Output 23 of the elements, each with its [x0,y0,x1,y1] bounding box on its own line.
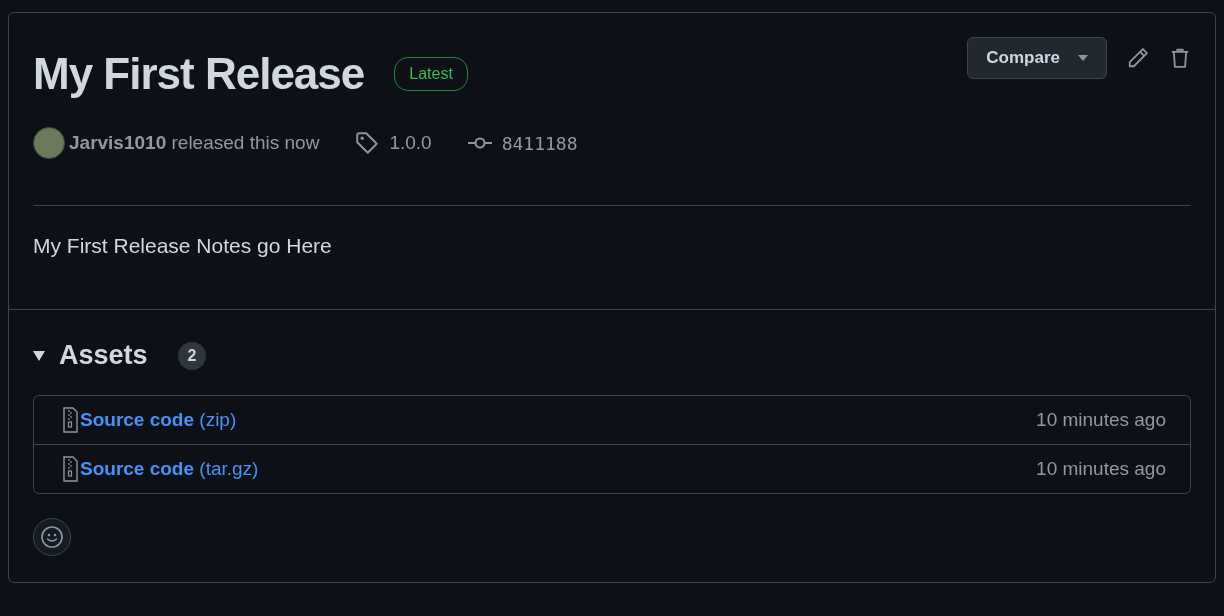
trash-icon[interactable] [1169,47,1191,69]
triangle-icon[interactable] [33,350,45,361]
latest-badge: Latest [394,57,468,91]
avatar [33,127,65,159]
compare-button[interactable]: Compare [967,37,1107,79]
commit-link[interactable]: 8411188 [501,132,578,154]
asset-time: 10 minutes ago [1036,458,1166,480]
zip-file-icon [62,456,78,482]
assets-count: 2 [177,341,207,370]
asset-link[interactable]: Source code (zip) [80,409,237,431]
release-notes: My First Release Notes go Here [33,234,333,258]
smiley-icon [40,525,64,549]
release-title: My First Release [33,48,365,100]
tag-link[interactable]: 1.0.0 [389,132,432,154]
assets-heading: Assets [59,340,148,371]
asset-link[interactable]: Source code (tar.gz) [80,458,259,480]
tag-icon [355,131,380,155]
caret-icon [1078,55,1088,61]
author-line: Jarvis1010 released this now [69,132,320,154]
zip-file-icon [62,407,78,433]
pencil-icon[interactable] [1127,47,1149,69]
asset-time: 10 minutes ago [1036,409,1166,431]
add-reaction-button[interactable] [33,518,71,556]
